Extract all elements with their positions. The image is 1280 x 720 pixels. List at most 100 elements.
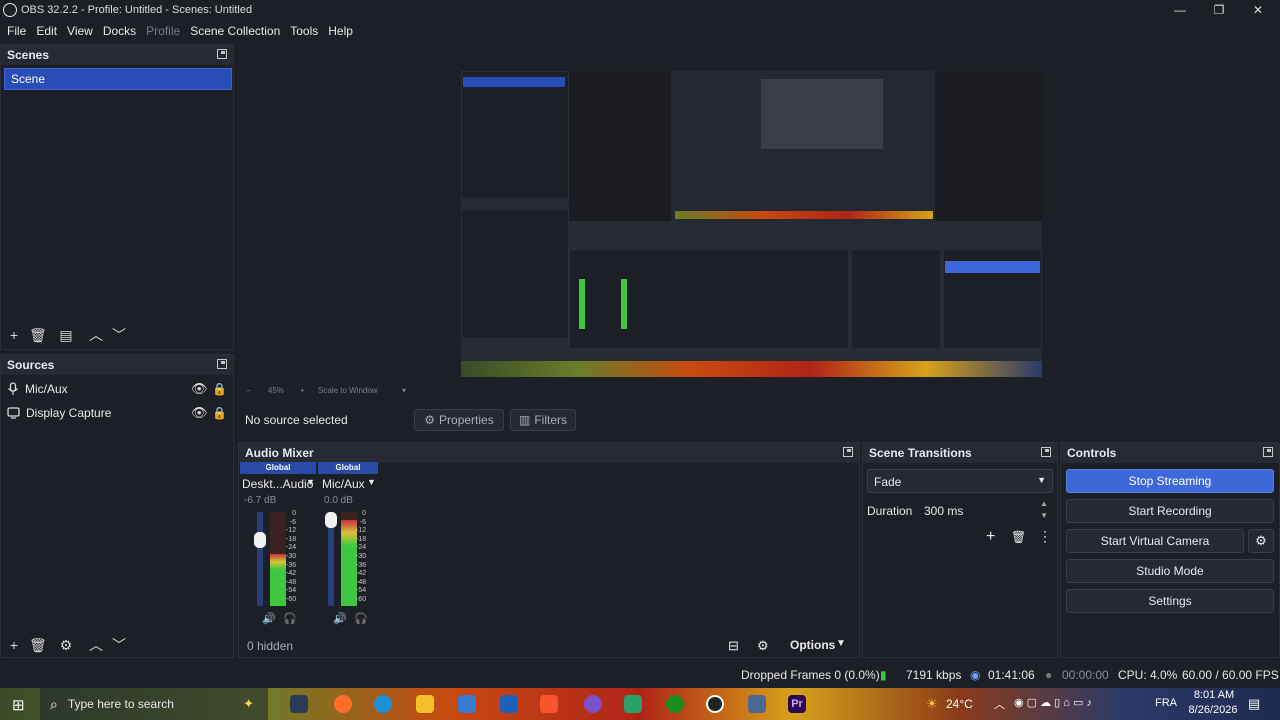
layout-icon[interactable]: ⊟ [728, 638, 739, 654]
undock-icon[interactable] [843, 447, 853, 457]
scene-filters-icon[interactable]: ▤ [58, 327, 74, 343]
task-view-icon[interactable] [290, 695, 308, 713]
speaker-icon[interactable]: 🔊 [333, 612, 347, 625]
advanced-audio-gear-icon[interactable]: ⚙ [757, 638, 769, 654]
menu-edit[interactable]: Edit [31, 24, 62, 38]
sources-title: Sources [1, 355, 233, 375]
move-up-icon[interactable]: ︿ [88, 637, 104, 653]
chevron-down-icon[interactable]: ▾ [402, 386, 406, 395]
options-button[interactable]: Options [790, 638, 835, 652]
sheets-icon[interactable] [624, 695, 642, 713]
source-item[interactable]: Mic/Aux 👁 🔒 [7, 378, 229, 400]
edge-icon[interactable] [374, 695, 392, 713]
clock-time[interactable]: 8:01 AM [1190, 689, 1238, 701]
notifications-icon[interactable]: ▤ [1248, 696, 1260, 712]
add-source-icon[interactable]: + [6, 637, 22, 653]
hidden-count[interactable]: 0 hidden [247, 639, 293, 653]
move-down-icon[interactable]: ﹀ [111, 327, 127, 343]
filters-button[interactable]: ▥ Filters [510, 409, 576, 431]
close-button[interactable]: ✕ [1238, 0, 1278, 20]
taskbar-search[interactable]: ⌕ Type here to search ✦ [40, 688, 268, 720]
sparkle-icon: ✦ [243, 696, 254, 711]
firefox-icon[interactable] [334, 695, 352, 713]
lock-icon[interactable]: 🔒 [212, 382, 227, 396]
start-recording-button[interactable]: Start Recording [1066, 499, 1274, 523]
chevron-down-icon[interactable]: ▼ [1040, 511, 1048, 520]
restore-button[interactable]: ❐ [1199, 0, 1239, 20]
tray-icons[interactable]: ◉ ▢ ☁ ▯ ⌂ ▭ ♪ [1014, 696, 1092, 709]
start-virtual-camera-button[interactable]: Start Virtual Camera [1066, 529, 1244, 553]
tray-chevron-icon[interactable]: ︿ [994, 696, 1005, 712]
zoom-in-button[interactable]: + [300, 386, 305, 395]
visibility-eye-icon[interactable]: 👁 [191, 405, 208, 421]
source-properties-gear-icon[interactable]: ⚙ [58, 637, 74, 653]
audio-mixer-title: Audio Mixer [239, 443, 859, 463]
filters-label: Filters [534, 413, 568, 427]
speaker-icon[interactable]: 🔊 [262, 612, 276, 625]
temperature[interactable]: 24°C [946, 697, 973, 711]
settings-button[interactable]: Settings [1066, 589, 1274, 613]
source-item[interactable]: Display Capture 👁 🔒 [7, 402, 229, 424]
move-up-icon[interactable]: ︿ [88, 327, 104, 343]
chevron-down-icon[interactable]: ▼ [367, 477, 376, 487]
xbox-icon[interactable] [666, 695, 684, 713]
volume-fader-handle[interactable] [325, 512, 337, 528]
bitrate: 7191 kbps [906, 668, 962, 682]
menu-tools[interactable]: Tools [285, 24, 323, 38]
zoom-level: 45% [268, 385, 285, 395]
move-down-icon[interactable]: ﹀ [111, 637, 127, 653]
chevron-down-icon[interactable]: ▼ [306, 477, 315, 487]
windows-start-icon[interactable]: ⊞ [12, 696, 25, 714]
headphones-icon[interactable]: 🎧 [283, 612, 297, 625]
add-scene-icon[interactable]: + [6, 327, 22, 343]
remove-transition-icon[interactable]: 🗑 [1011, 530, 1026, 544]
properties-label: Properties [439, 413, 494, 427]
lock-icon[interactable]: 🔒 [212, 406, 227, 420]
headphones-icon[interactable]: 🎧 [354, 612, 368, 625]
scene-transitions-title: Scene Transitions [863, 443, 1057, 463]
undock-icon[interactable] [1041, 447, 1051, 457]
app-icon[interactable] [748, 695, 766, 713]
premiere-icon[interactable]: Pr [788, 695, 806, 713]
clock-date[interactable]: 8/26/2026 [1182, 704, 1244, 716]
minimize-button[interactable]: — [1160, 0, 1200, 20]
controls-title: Controls [1061, 443, 1279, 463]
remove-source-icon[interactable]: 🗑 [29, 637, 47, 653]
stop-streaming-button[interactable]: Stop Streaming [1066, 469, 1274, 493]
remove-scene-icon[interactable]: 🗑 [29, 327, 47, 343]
volume-fader-handle[interactable] [254, 532, 266, 548]
studio-mode-button[interactable]: Studio Mode [1066, 559, 1274, 583]
properties-button[interactable]: ⚙ Properties [414, 409, 504, 431]
record-time: 00:00:00 [1062, 668, 1109, 682]
transition-select[interactable]: Fade ▼ [867, 469, 1053, 493]
scale-mode-select[interactable]: Scale to Window [318, 386, 378, 395]
obs-taskbar-icon[interactable] [706, 695, 724, 713]
undock-icon[interactable] [1263, 447, 1273, 457]
visibility-eye-icon[interactable]: 👁 [191, 381, 208, 397]
outlook-icon[interactable] [500, 695, 518, 713]
chevron-down-icon[interactable]: ▼ [836, 638, 846, 649]
store-icon[interactable] [458, 695, 476, 713]
more-options-icon[interactable]: ⋮ [1038, 528, 1052, 545]
chat-icon[interactable] [584, 695, 602, 713]
undock-icon[interactable] [217, 359, 227, 369]
duration-spinbox[interactable]: 300 ms ▲ ▼ [918, 499, 1052, 523]
menu-file[interactable]: File [2, 24, 31, 38]
menu-profile[interactable]: Profile [141, 24, 185, 38]
volume-fader-track[interactable] [257, 512, 263, 606]
menu-help[interactable]: Help [323, 24, 358, 38]
add-transition-icon[interactable]: + [986, 528, 995, 546]
menu-view[interactable]: View [62, 24, 98, 38]
menu-docks[interactable]: Docks [98, 24, 141, 38]
virtual-camera-settings-gear-icon[interactable]: ⚙ [1248, 529, 1274, 553]
chevron-up-icon[interactable]: ▲ [1040, 499, 1048, 508]
duration-value: 300 ms [924, 504, 964, 518]
brave-icon[interactable] [540, 695, 558, 713]
zoom-out-button[interactable]: – [246, 386, 250, 395]
scene-item[interactable]: Scene [4, 68, 232, 90]
streaming-icon: ◉ [970, 668, 981, 682]
file-explorer-icon[interactable] [416, 695, 434, 713]
undock-icon[interactable] [217, 49, 227, 59]
menu-scene-collection[interactable]: Scene Collection [185, 24, 285, 38]
language-indicator[interactable]: FRA [1155, 697, 1177, 709]
